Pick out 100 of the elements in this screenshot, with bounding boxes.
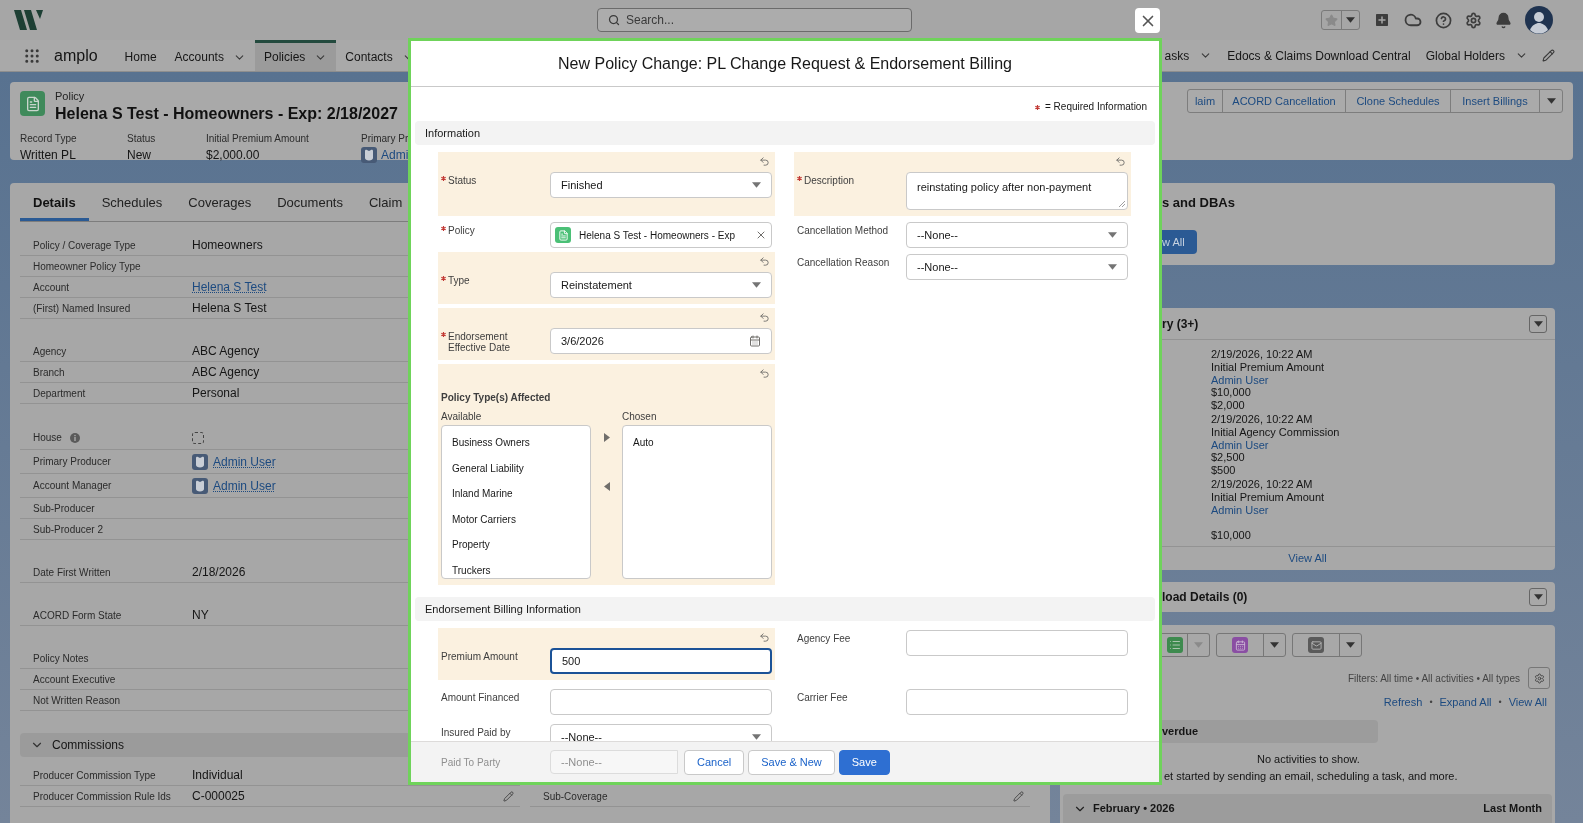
dropdown-button[interactable] [1529, 314, 1547, 333]
favorites-button[interactable] [1321, 10, 1360, 30]
dialog-button[interactable]: Cancel [684, 749, 745, 775]
edit-icon[interactable] [1542, 49, 1555, 62]
field-label: Not Written Reason [33, 693, 121, 708]
user-link[interactable]: Admin User [1211, 503, 1555, 517]
field-label: Cancellation Method [797, 225, 889, 236]
more-actions-button[interactable] [1539, 89, 1563, 113]
view-all-link[interactable]: View All [1288, 550, 1327, 567]
field-label: Insured Paid by [441, 727, 511, 738]
user-link[interactable]: Admin User [213, 476, 276, 495]
text-field[interactable] [550, 689, 772, 715]
record-tab[interactable]: Coverages [175, 188, 265, 221]
composer-button[interactable] [1162, 633, 1210, 657]
action-link[interactable]: Refresh [1383, 694, 1423, 711]
text-field[interactable] [906, 630, 1128, 656]
cloud-icon[interactable] [1404, 11, 1422, 29]
save-button[interactable]: Save [838, 749, 890, 775]
action-link[interactable]: Expand All [1439, 694, 1492, 711]
action-button[interactable]: Clone Schedules [1345, 89, 1451, 113]
modal-title: New Policy Change: PL Change Request & Endorsement Billing [558, 53, 1012, 74]
logo-icon[interactable] [14, 10, 44, 30]
action-button[interactable]: laim [1187, 89, 1223, 113]
select-field[interactable]: Finished [550, 172, 772, 198]
undo-icon[interactable] [759, 632, 770, 643]
nav-tab[interactable]: Home [115, 40, 166, 71]
select-field[interactable]: --None-- [906, 254, 1128, 280]
available-list[interactable]: Business Owners General Liability Inland Marine Motor Carriers Property Truckers [441, 425, 591, 579]
nav-tab[interactable]: Global Holders [1424, 40, 1539, 71]
move-left-icon[interactable] [603, 482, 610, 491]
user-link[interactable]: Admi [381, 145, 409, 164]
dialog-button[interactable]: Save & New [748, 749, 835, 775]
month-header[interactable]: February • 2026 Last Month [1063, 793, 1552, 823]
select-field[interactable]: --None-- [550, 724, 772, 741]
list-option[interactable]: Business Owners [442, 430, 590, 456]
nav-tab[interactable]: Edocs & Claims Download Central [1226, 40, 1421, 71]
text-field[interactable]: 500 [550, 648, 772, 674]
account-link[interactable]: Helena S Test [192, 278, 267, 296]
edit-icon[interactable] [1013, 790, 1024, 802]
caret-icon [1546, 98, 1556, 104]
view-all-button[interactable]: w All [1162, 230, 1197, 254]
clear-icon[interactable] [755, 229, 767, 241]
text-field[interactable] [906, 689, 1128, 715]
nav-tab[interactable]: asks [1163, 40, 1223, 71]
text-area[interactable]: reinstating policy after non-payment [906, 172, 1128, 210]
settings-icon[interactable] [1465, 11, 1482, 29]
app-launcher-icon[interactable] [23, 46, 41, 65]
field-value: Helena S Test [192, 300, 267, 317]
undo-icon[interactable] [759, 256, 770, 267]
list-option[interactable]: Motor Carriers [442, 506, 590, 532]
undo-icon[interactable] [759, 156, 770, 167]
settings-button[interactable] [1528, 667, 1550, 689]
undo-icon[interactable] [1115, 156, 1126, 167]
bell-icon[interactable] [1495, 11, 1512, 29]
info-icon[interactable] [69, 432, 80, 443]
resize-handle-icon[interactable] [1119, 201, 1125, 207]
list-option[interactable]: Auto [623, 430, 771, 456]
star-icon [1325, 13, 1338, 27]
required-icon [441, 332, 446, 337]
action-button[interactable]: Insert Billings [1450, 89, 1540, 113]
nav-tab[interactable]: Policies [254, 40, 337, 71]
action-link[interactable]: View All [1508, 694, 1547, 711]
list-option[interactable]: Property [442, 532, 590, 558]
avatar-icon[interactable] [1525, 6, 1553, 34]
checkbox[interactable] [192, 431, 204, 444]
move-right-icon[interactable] [603, 433, 610, 442]
user-link[interactable]: Admin User [1211, 438, 1555, 452]
action-button[interactable]: ACORD Cancellation [1222, 89, 1346, 113]
list-option[interactable]: General Liability [442, 455, 590, 481]
list-option[interactable]: Truckers [442, 557, 590, 578]
search-field[interactable]: Search... [597, 8, 912, 32]
edit-icon[interactable] [503, 790, 514, 802]
calendar-icon[interactable] [749, 335, 761, 347]
select-field[interactable]: --None-- [906, 222, 1128, 248]
field-value: 2/18/2026 [192, 564, 246, 581]
nav-tab[interactable]: Accounts [165, 40, 255, 71]
help-icon[interactable] [1435, 11, 1452, 29]
user-link[interactable]: Admin User [1211, 373, 1555, 387]
record-tab[interactable]: Schedules [88, 188, 176, 221]
list-option[interactable]: Inland Marine [442, 481, 590, 507]
undo-icon[interactable] [759, 368, 770, 379]
field-label: Sub-Coverage [542, 789, 609, 804]
date-field[interactable]: 3/6/2026 [550, 328, 772, 354]
close-button[interactable] [1135, 8, 1160, 33]
composer-button[interactable] [1292, 633, 1362, 657]
undo-icon[interactable] [759, 312, 770, 323]
dropdown-button[interactable] [1529, 588, 1547, 606]
old-value: $2,000 [1211, 399, 1246, 412]
history-field: Initial Premium Amount [1211, 360, 1555, 374]
select-field[interactable]: Reinstatement [550, 272, 772, 298]
composer-button[interactable] [1216, 633, 1286, 657]
plus-icon[interactable] [1373, 11, 1391, 29]
lookup-field[interactable]: Helena S Test - Homeowners - Exp [550, 222, 772, 248]
overdue-header[interactable]: verdue [1162, 719, 1378, 743]
caret-icon [1346, 17, 1355, 23]
section-header: Information [415, 121, 1155, 145]
chosen-list[interactable]: Auto [622, 425, 772, 579]
record-tab[interactable]: Details [20, 188, 89, 221]
record-tab[interactable]: Documents [264, 188, 356, 221]
user-link[interactable]: Admin User [213, 452, 276, 471]
